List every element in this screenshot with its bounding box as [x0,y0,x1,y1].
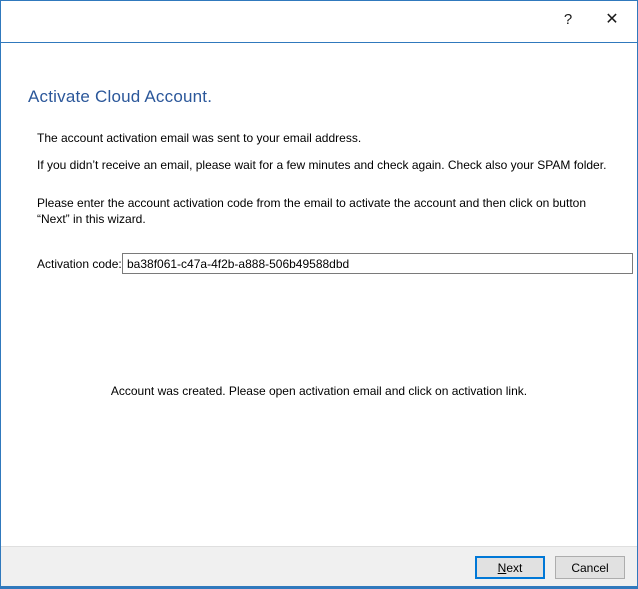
next-button-label: ext [506,561,522,575]
enter-code-instructions-text: Please enter the account activation code… [37,195,613,227]
close-icon[interactable]: ✕ [595,5,629,33]
help-icon[interactable]: ? [551,5,585,33]
activation-code-input[interactable] [122,253,633,274]
status-message: Account was created. Please open activat… [1,384,637,398]
next-button[interactable]: Next [475,556,545,579]
activate-cloud-account-dialog: ? ✕ Activate Cloud Account. The account … [0,0,638,589]
check-spam-text: If you didn’t receive an email, please w… [37,157,606,173]
activation-code-label: Activation code: [37,257,122,271]
page-title: Activate Cloud Account. [28,87,212,107]
dialog-footer: Next Cancel [1,546,637,586]
cancel-button[interactable]: Cancel [555,556,625,579]
activation-email-sent-text: The account activation email was sent to… [37,130,361,146]
title-bar: ? ✕ [1,1,637,43]
